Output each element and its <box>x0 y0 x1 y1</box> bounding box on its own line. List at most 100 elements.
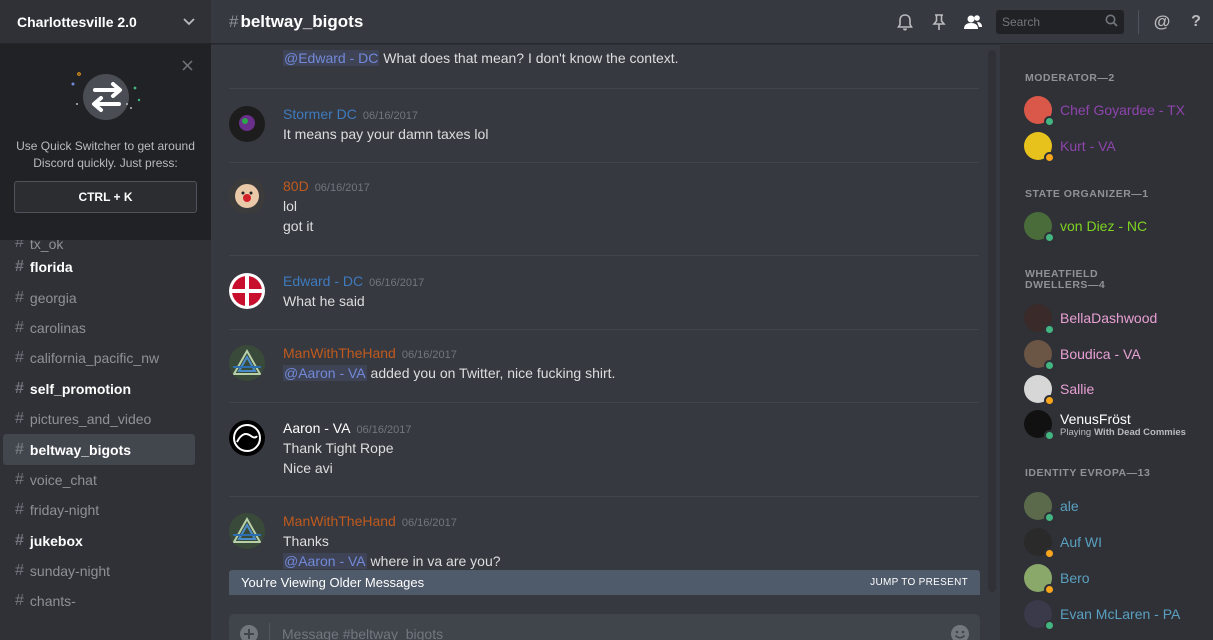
user-mention[interactable]: @Aaron - VA <box>283 365 367 381</box>
server-header[interactable]: Charlottesville 2.0 <box>0 0 211 44</box>
member-name: Bero <box>1060 570 1090 586</box>
close-icon[interactable] <box>182 58 193 76</box>
channel-item-beltway-bigots[interactable]: # beltway_bigots <box>3 434 195 465</box>
channel-name: pictures_and_video <box>29 411 152 428</box>
channel-list: # tx_ok # florida # georgia # carolinas # califor… <box>0 240 211 617</box>
message-input[interactable]: Message #beltway_bigots <box>282 626 443 640</box>
avatar[interactable] <box>229 106 265 142</box>
member-activity: Playing With Dead Commies <box>1060 426 1186 438</box>
member-item[interactable]: Chef Goyardee - TX <box>1024 93 1204 127</box>
member-item[interactable]: Evan McLaren - PA <box>1024 597 1204 631</box>
avatar <box>1024 492 1055 523</box>
avatar[interactable] <box>229 513 265 549</box>
message-line: It means pay your damn taxes lol <box>283 124 979 144</box>
hash-icon: # <box>15 440 24 458</box>
message-text: where in va are you? <box>366 553 501 569</box>
channel-item-sunday-night[interactable]: # sunday-night <box>3 556 195 586</box>
help-icon[interactable]: ? <box>1179 0 1213 44</box>
message-timestamp: 06/16/2017 <box>401 349 457 361</box>
status-indicator <box>1044 152 1055 163</box>
member-item[interactable]: BellaDashwood <box>1024 301 1204 335</box>
member-list: MODERATOR—2 Chef Goyardee - TX Kurt - VA ST… <box>1000 44 1213 640</box>
channel-item-georgia[interactable]: # georgia <box>3 282 195 312</box>
member-group-title: WHEATFIELD DWELLERS—4 <box>1025 268 1106 291</box>
bell-icon[interactable] <box>888 0 922 44</box>
avatar[interactable] <box>229 345 265 381</box>
member-group-title: STATE ORGANIZER—1 <box>1025 188 1149 200</box>
member-item[interactable]: Kurt - VA <box>1024 129 1204 163</box>
avatar[interactable] <box>229 273 265 309</box>
channel-item-pictures-and-video[interactable]: # pictures_and_video <box>3 404 195 434</box>
status-indicator <box>1044 620 1055 631</box>
member-name: Boudica - VA <box>1060 346 1141 362</box>
older-messages-text: You're Viewing Older Messages <box>241 575 425 590</box>
message-group: Stormer DC 06/16/2017 It means pay your da… <box>229 106 979 144</box>
status-indicator <box>1044 584 1055 595</box>
scrollbar[interactable] <box>988 50 996 592</box>
channel-item-carolinas[interactable]: # carolinas <box>3 313 195 343</box>
channel-name: friday-night <box>29 502 100 519</box>
member-item[interactable]: Auf WI <box>1024 525 1204 559</box>
member-item[interactable]: VenusFröst Playing With Dead Commies <box>1024 407 1204 441</box>
avatar <box>1024 340 1055 371</box>
message-author[interactable]: 80D <box>283 178 309 194</box>
message-timestamp: 06/16/2017 <box>314 182 370 194</box>
avatar <box>1024 132 1055 163</box>
hash-icon: # <box>15 349 24 367</box>
message-line: What he said <box>283 291 979 311</box>
channel-item-jukebox[interactable]: # jukebox <box>3 526 195 556</box>
channel-item-self-promotion[interactable]: # self_promotion <box>3 374 195 404</box>
message-text: What he said <box>283 293 365 309</box>
user-mention[interactable]: @Edward - DC <box>283 50 380 66</box>
members-icon[interactable] <box>956 0 990 44</box>
channel-item-voice-chat[interactable]: # voice_chat <box>3 465 195 495</box>
message-author[interactable]: Stormer DC <box>283 106 357 122</box>
avatar <box>1024 375 1055 406</box>
hash-icon: # <box>15 240 24 251</box>
channel-item-california-pacific-nw[interactable]: # california_pacific_nw <box>3 343 195 373</box>
message-group: ManWithTheHand 06/16/2017 Thanks @Aaron - V… <box>229 513 979 571</box>
avatar[interactable] <box>229 420 265 456</box>
quick-switcher-shortcut[interactable]: CTRL + K <box>14 181 197 213</box>
member-item[interactable]: Sallie <box>1024 372 1204 406</box>
channel-item-tx-ok[interactable]: # tx_ok <box>3 240 195 252</box>
hash-icon: # <box>15 562 24 580</box>
search-icon <box>1105 14 1118 30</box>
channel-name: self_promotion <box>29 380 132 397</box>
message-text: What does that mean? I don't know the co… <box>379 50 679 66</box>
message-timestamp: 06/16/2017 <box>356 424 412 436</box>
status-indicator <box>1044 324 1055 335</box>
member-name: Kurt - VA <box>1060 138 1116 154</box>
status-indicator <box>1044 395 1055 406</box>
avatar <box>1024 600 1055 631</box>
avatar <box>1024 564 1055 595</box>
message-author[interactable]: Edward - DC <box>283 273 363 289</box>
member-item[interactable]: Bero <box>1024 561 1204 595</box>
message-text: lol <box>283 198 298 214</box>
pin-icon[interactable] <box>922 0 956 44</box>
jump-to-present-button[interactable]: JUMP TO PRESENT <box>870 577 968 588</box>
member-name: ale <box>1060 498 1079 514</box>
upload-plus-icon[interactable] <box>229 624 269 640</box>
mentions-icon[interactable]: @ <box>1145 0 1179 44</box>
user-mention[interactable]: @Aaron - VA <box>283 553 367 569</box>
message-composer[interactable]: Message #beltway_bigots <box>229 614 980 640</box>
message-divider <box>229 162 979 163</box>
message-group: Aaron - VA 06/16/2017 Thank Tight Rope Nice… <box>229 420 979 478</box>
emoji-icon[interactable] <box>950 624 970 640</box>
message-line: lol <box>283 196 979 216</box>
chevron-down-icon[interactable] <box>183 15 195 29</box>
message-author[interactable]: ManWithTheHand <box>283 345 396 361</box>
message-line: @Edward - DC What does that mean? I don'… <box>283 48 979 68</box>
channel-item-chants[interactable]: # chants- <box>3 586 195 616</box>
message-author[interactable]: Aaron - VA <box>283 420 350 436</box>
avatar[interactable] <box>229 178 265 214</box>
member-item[interactable]: von Diez - NC <box>1024 209 1204 243</box>
message-author[interactable]: ManWithTheHand <box>283 513 396 529</box>
member-item[interactable]: Boudica - VA <box>1024 337 1204 371</box>
member-group-title: MODERATOR—2 <box>1025 72 1115 84</box>
channel-item-friday-night[interactable]: # friday-night <box>3 495 195 525</box>
search-input[interactable]: Search <box>996 10 1124 34</box>
channel-item-florida[interactable]: # florida <box>3 252 195 282</box>
member-item[interactable]: ale <box>1024 489 1204 523</box>
